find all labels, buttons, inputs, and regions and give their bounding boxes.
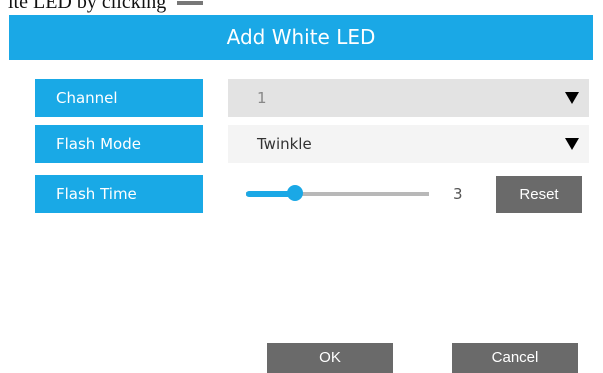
channel-select[interactable]: 1 xyxy=(228,79,589,117)
dropdown-triangle-icon xyxy=(565,92,579,104)
channel-select-value: 1 xyxy=(257,89,267,107)
flash-time-slider[interactable] xyxy=(246,185,429,201)
cancel-button[interactable]: Cancel xyxy=(452,343,578,373)
flash-time-value: 3 xyxy=(453,185,463,203)
button-icon xyxy=(177,1,204,5)
flash-time-label: Flash Time xyxy=(35,175,203,213)
top-fragment-text-label: ite LED by clicking xyxy=(8,0,167,13)
dialog-title: Add White LED xyxy=(9,15,593,60)
dialog-footer: OK Cancel xyxy=(9,343,593,373)
reset-button[interactable]: Reset xyxy=(496,176,582,213)
add-white-led-dialog: Add White LED Channel 1 Flash Mode Twink… xyxy=(9,15,593,373)
flash-mode-label: Flash Mode xyxy=(35,125,203,163)
flash-mode-select-value: Twinkle xyxy=(257,135,312,153)
flash-mode-select[interactable]: Twinkle xyxy=(228,125,589,163)
dropdown-triangle-icon xyxy=(565,138,579,150)
top-fragment-text: ite LED by clicking xyxy=(8,0,268,13)
ok-button[interactable]: OK xyxy=(267,343,393,373)
slider-thumb[interactable] xyxy=(287,185,303,201)
channel-label: Channel xyxy=(35,79,203,117)
